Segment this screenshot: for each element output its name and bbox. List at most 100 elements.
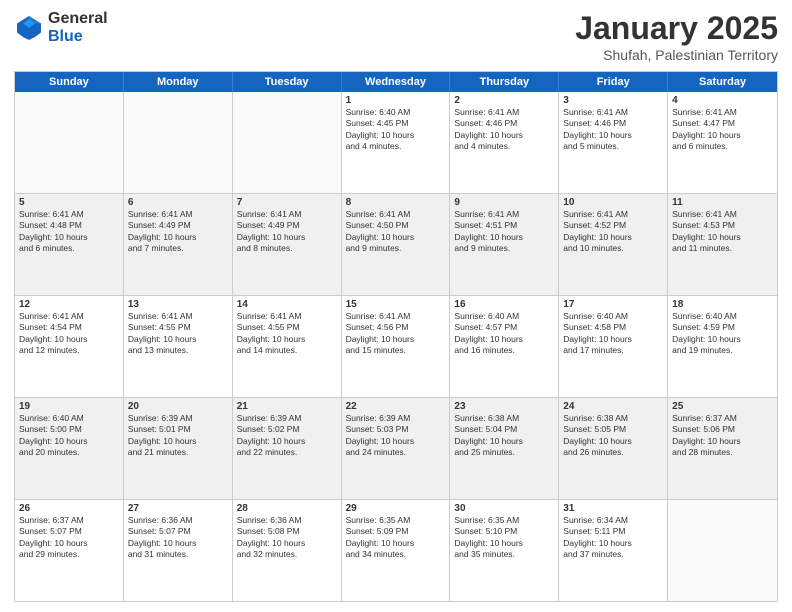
sunset-text: Sunset: 4:55 PM bbox=[128, 322, 228, 333]
sunset-text: Sunset: 4:52 PM bbox=[563, 220, 663, 231]
daylight-text: Daylight: 10 hours bbox=[19, 334, 119, 345]
day-number: 18 bbox=[672, 299, 773, 310]
sunrise-text: Sunrise: 6:35 AM bbox=[346, 515, 446, 526]
logo-text: General Blue bbox=[48, 10, 108, 45]
calendar-cell: 26Sunrise: 6:37 AMSunset: 5:07 PMDayligh… bbox=[15, 500, 124, 601]
day-number: 31 bbox=[563, 503, 663, 514]
calendar-cell: 31Sunrise: 6:34 AMSunset: 5:11 PMDayligh… bbox=[559, 500, 668, 601]
sunset-text: Sunset: 4:55 PM bbox=[237, 322, 337, 333]
daylight-text-2: and 14 minutes. bbox=[237, 345, 337, 356]
sunset-text: Sunset: 4:45 PM bbox=[346, 118, 446, 129]
sunrise-text: Sunrise: 6:40 AM bbox=[672, 311, 773, 322]
day-number: 11 bbox=[672, 197, 773, 208]
calendar-cell: 24Sunrise: 6:38 AMSunset: 5:05 PMDayligh… bbox=[559, 398, 668, 499]
daylight-text: Daylight: 10 hours bbox=[672, 232, 773, 243]
calendar-cell: 19Sunrise: 6:40 AMSunset: 5:00 PMDayligh… bbox=[15, 398, 124, 499]
day-number: 26 bbox=[19, 503, 119, 514]
day-number: 14 bbox=[237, 299, 337, 310]
daylight-text-2: and 10 minutes. bbox=[563, 243, 663, 254]
day-number: 9 bbox=[454, 197, 554, 208]
daylight-text: Daylight: 10 hours bbox=[128, 436, 228, 447]
day-number: 28 bbox=[237, 503, 337, 514]
sunrise-text: Sunrise: 6:41 AM bbox=[672, 107, 773, 118]
daylight-text: Daylight: 10 hours bbox=[237, 436, 337, 447]
sunset-text: Sunset: 4:50 PM bbox=[346, 220, 446, 231]
calendar-row: 19Sunrise: 6:40 AMSunset: 5:00 PMDayligh… bbox=[15, 398, 777, 500]
sunrise-text: Sunrise: 6:34 AM bbox=[563, 515, 663, 526]
calendar-cell: 2Sunrise: 6:41 AMSunset: 4:46 PMDaylight… bbox=[450, 92, 559, 193]
day-number: 20 bbox=[128, 401, 228, 412]
sunset-text: Sunset: 5:05 PM bbox=[563, 424, 663, 435]
day-number: 16 bbox=[454, 299, 554, 310]
sunset-text: Sunset: 5:08 PM bbox=[237, 526, 337, 537]
day-number: 23 bbox=[454, 401, 554, 412]
weekday-header: Tuesday bbox=[233, 72, 342, 92]
logo: General Blue bbox=[14, 10, 108, 45]
sunrise-text: Sunrise: 6:41 AM bbox=[19, 311, 119, 322]
calendar-cell: 28Sunrise: 6:36 AMSunset: 5:08 PMDayligh… bbox=[233, 500, 342, 601]
daylight-text-2: and 34 minutes. bbox=[346, 549, 446, 560]
day-number: 25 bbox=[672, 401, 773, 412]
day-number: 10 bbox=[563, 197, 663, 208]
daylight-text-2: and 4 minutes. bbox=[454, 141, 554, 152]
month-title: January 2025 bbox=[575, 10, 778, 47]
calendar-body: 1Sunrise: 6:40 AMSunset: 4:45 PMDaylight… bbox=[15, 92, 777, 601]
day-number: 21 bbox=[237, 401, 337, 412]
daylight-text: Daylight: 10 hours bbox=[346, 130, 446, 141]
calendar-cell: 21Sunrise: 6:39 AMSunset: 5:02 PMDayligh… bbox=[233, 398, 342, 499]
daylight-text: Daylight: 10 hours bbox=[672, 130, 773, 141]
sunset-text: Sunset: 4:56 PM bbox=[346, 322, 446, 333]
calendar-cell: 14Sunrise: 6:41 AMSunset: 4:55 PMDayligh… bbox=[233, 296, 342, 397]
calendar-cell: 11Sunrise: 6:41 AMSunset: 4:53 PMDayligh… bbox=[668, 194, 777, 295]
sunrise-text: Sunrise: 6:41 AM bbox=[128, 311, 228, 322]
sunrise-text: Sunrise: 6:38 AM bbox=[454, 413, 554, 424]
daylight-text: Daylight: 10 hours bbox=[563, 130, 663, 141]
day-number: 22 bbox=[346, 401, 446, 412]
daylight-text-2: and 37 minutes. bbox=[563, 549, 663, 560]
daylight-text-2: and 24 minutes. bbox=[346, 447, 446, 458]
daylight-text-2: and 8 minutes. bbox=[237, 243, 337, 254]
sunrise-text: Sunrise: 6:39 AM bbox=[237, 413, 337, 424]
daylight-text: Daylight: 10 hours bbox=[346, 538, 446, 549]
calendar-row: 5Sunrise: 6:41 AMSunset: 4:48 PMDaylight… bbox=[15, 194, 777, 296]
daylight-text: Daylight: 10 hours bbox=[563, 436, 663, 447]
calendar-cell: 8Sunrise: 6:41 AMSunset: 4:50 PMDaylight… bbox=[342, 194, 451, 295]
daylight-text: Daylight: 10 hours bbox=[454, 538, 554, 549]
sunset-text: Sunset: 4:57 PM bbox=[454, 322, 554, 333]
sunset-text: Sunset: 5:10 PM bbox=[454, 526, 554, 537]
sunset-text: Sunset: 5:07 PM bbox=[128, 526, 228, 537]
sunset-text: Sunset: 4:46 PM bbox=[454, 118, 554, 129]
daylight-text-2: and 22 minutes. bbox=[237, 447, 337, 458]
sunset-text: Sunset: 5:03 PM bbox=[346, 424, 446, 435]
calendar-cell bbox=[233, 92, 342, 193]
daylight-text: Daylight: 10 hours bbox=[19, 436, 119, 447]
calendar-cell bbox=[15, 92, 124, 193]
day-number: 1 bbox=[346, 95, 446, 106]
day-number: 29 bbox=[346, 503, 446, 514]
sunrise-text: Sunrise: 6:41 AM bbox=[454, 107, 554, 118]
sunrise-text: Sunrise: 6:41 AM bbox=[563, 107, 663, 118]
logo-blue: Blue bbox=[48, 28, 108, 46]
sunset-text: Sunset: 4:49 PM bbox=[237, 220, 337, 231]
sunrise-text: Sunrise: 6:39 AM bbox=[128, 413, 228, 424]
calendar-row: 12Sunrise: 6:41 AMSunset: 4:54 PMDayligh… bbox=[15, 296, 777, 398]
sunrise-text: Sunrise: 6:35 AM bbox=[454, 515, 554, 526]
sunset-text: Sunset: 5:06 PM bbox=[672, 424, 773, 435]
sunrise-text: Sunrise: 6:36 AM bbox=[128, 515, 228, 526]
location: Shufah, Palestinian Territory bbox=[575, 47, 778, 63]
daylight-text-2: and 4 minutes. bbox=[346, 141, 446, 152]
daylight-text: Daylight: 10 hours bbox=[237, 232, 337, 243]
daylight-text-2: and 6 minutes. bbox=[19, 243, 119, 254]
calendar-cell: 3Sunrise: 6:41 AMSunset: 4:46 PMDaylight… bbox=[559, 92, 668, 193]
day-number: 19 bbox=[19, 401, 119, 412]
day-number: 30 bbox=[454, 503, 554, 514]
calendar-cell: 10Sunrise: 6:41 AMSunset: 4:52 PMDayligh… bbox=[559, 194, 668, 295]
calendar-cell: 27Sunrise: 6:36 AMSunset: 5:07 PMDayligh… bbox=[124, 500, 233, 601]
sunrise-text: Sunrise: 6:37 AM bbox=[672, 413, 773, 424]
sunset-text: Sunset: 5:02 PM bbox=[237, 424, 337, 435]
sunset-text: Sunset: 4:59 PM bbox=[672, 322, 773, 333]
sunset-text: Sunset: 4:47 PM bbox=[672, 118, 773, 129]
daylight-text: Daylight: 10 hours bbox=[237, 538, 337, 549]
sunset-text: Sunset: 4:48 PM bbox=[19, 220, 119, 231]
daylight-text: Daylight: 10 hours bbox=[672, 334, 773, 345]
